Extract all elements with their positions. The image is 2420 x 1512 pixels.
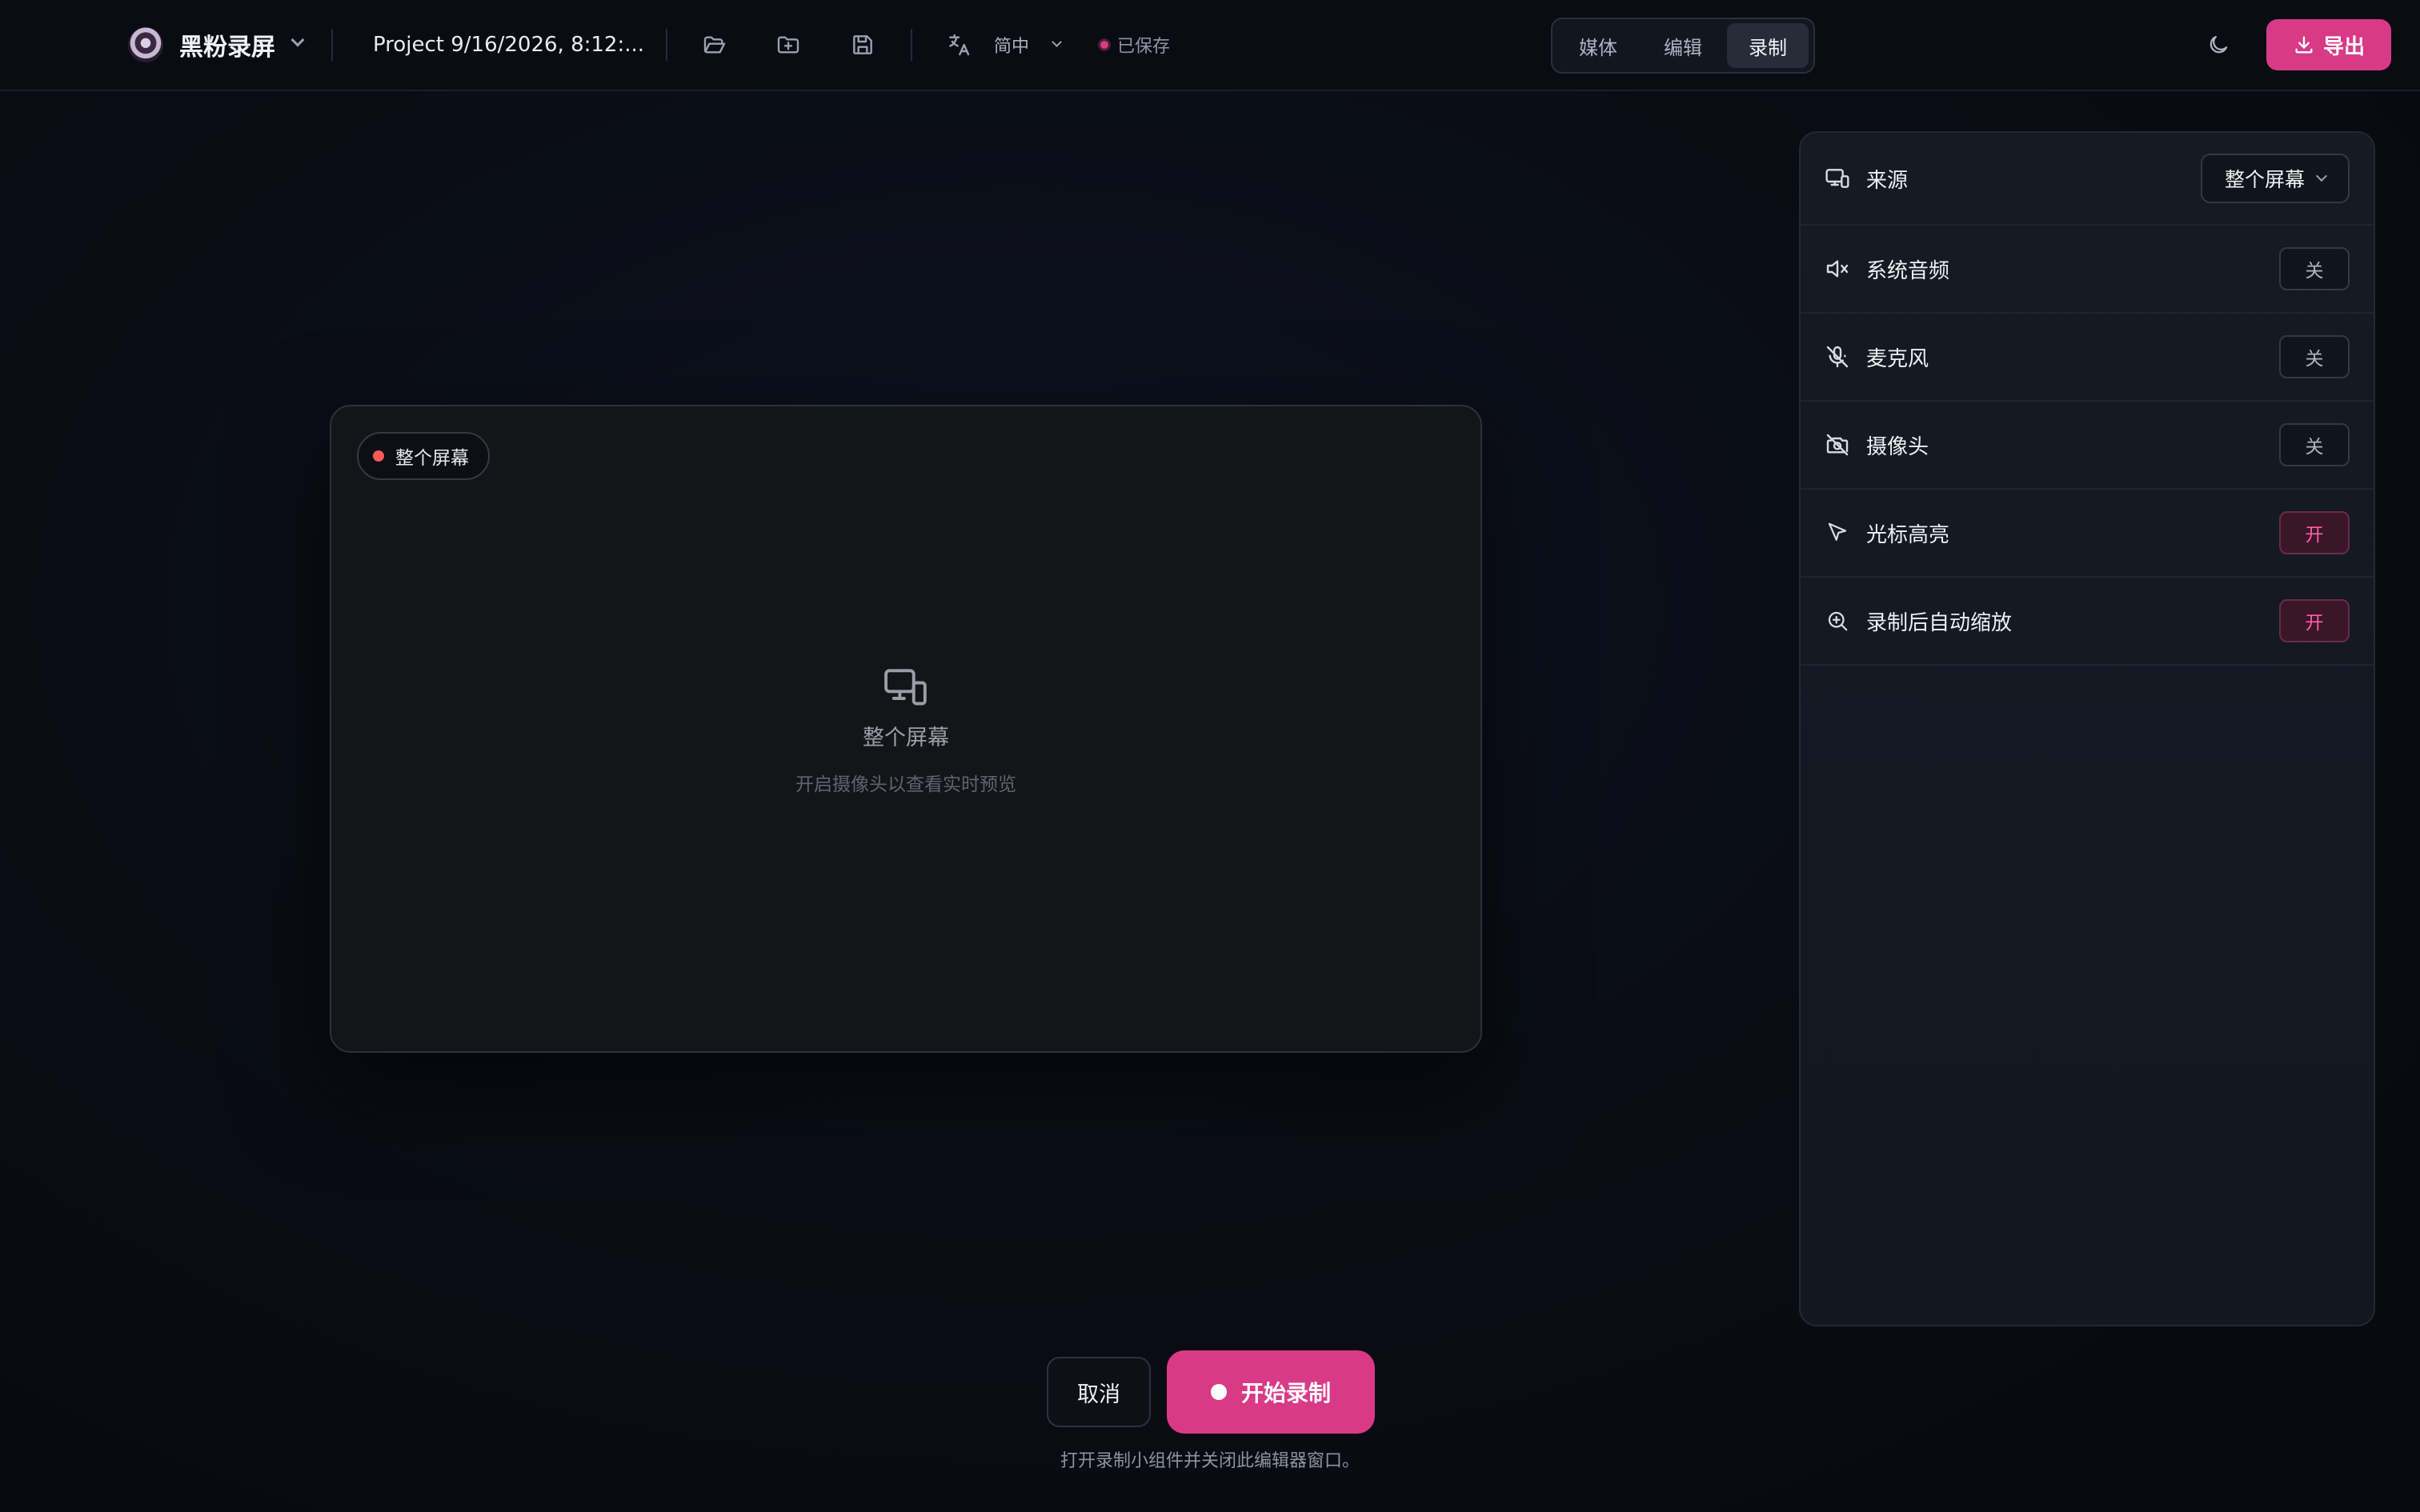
setting-row-camera: 摄像头 关 bbox=[1801, 402, 2374, 490]
new-folder-icon[interactable] bbox=[771, 27, 806, 62]
export-label: 导出 bbox=[2322, 34, 2365, 59]
recording-dot-icon bbox=[373, 450, 384, 462]
source-badge: 整个屏幕 bbox=[357, 432, 490, 480]
start-recording-label: 开始录制 bbox=[1240, 1380, 1331, 1406]
export-button[interactable]: 导出 bbox=[2266, 19, 2391, 70]
microphone-toggle[interactable]: 关 bbox=[2279, 335, 2350, 378]
mode-switcher: 媒体 编辑 录制 bbox=[1551, 18, 1815, 74]
download-icon bbox=[2295, 36, 2313, 54]
cursor-highlight-toggle[interactable]: 开 bbox=[2279, 511, 2350, 554]
logo-icon[interactable] bbox=[128, 27, 163, 62]
chevron-down-icon bbox=[2315, 170, 2328, 182]
app-window: 黑粉录屏 Project 9/16/2026, 8:12:... 简中 已保存 … bbox=[0, 0, 2420, 1512]
system-audio-toggle[interactable]: 关 bbox=[2279, 247, 2350, 290]
preview-title: 整个屏幕 bbox=[863, 726, 949, 750]
cursor-pointer-icon bbox=[1825, 520, 1850, 546]
tab-edit[interactable]: 编辑 bbox=[1642, 23, 1724, 68]
chevron-down-icon[interactable] bbox=[1052, 37, 1062, 47]
divider bbox=[666, 29, 667, 61]
tab-media[interactable]: 媒体 bbox=[1557, 23, 1639, 68]
camera-toggle[interactable]: 关 bbox=[2279, 423, 2350, 466]
save-status-label: 已保存 bbox=[1117, 37, 1171, 57]
preview-placeholder: 整个屏幕 开启摄像头以查看实时预览 bbox=[331, 667, 1480, 796]
auto-zoom-label: 录制后自动缩放 bbox=[1866, 610, 2013, 635]
language-selector[interactable]: 简中 bbox=[994, 29, 1029, 61]
chevron-down-icon[interactable] bbox=[290, 33, 305, 47]
camera-off-icon bbox=[1825, 432, 1850, 458]
recording-preview: 整个屏幕 整个屏幕 开启摄像头以查看实时预览 bbox=[330, 405, 1482, 1053]
project-name[interactable]: Project 9/16/2026, 8:12:... bbox=[373, 24, 644, 66]
setting-row-microphone: 麦克风 关 bbox=[1801, 314, 2374, 402]
status-dot-icon bbox=[1098, 38, 1111, 51]
setting-row-system-audio: 系统音频 关 bbox=[1801, 226, 2374, 314]
translate-icon[interactable] bbox=[941, 27, 976, 62]
recording-hint: 打开录制小组件并关闭此编辑器窗口。 bbox=[1060, 1451, 1360, 1471]
source-select[interactable]: 整个屏幕 bbox=[2200, 154, 2350, 203]
source-select-value: 整个屏幕 bbox=[2224, 168, 2305, 191]
save-status: 已保存 bbox=[1098, 29, 1170, 61]
microphone-label: 麦克风 bbox=[1866, 346, 1929, 371]
zoom-in-icon bbox=[1825, 608, 1850, 634]
source-badge-label: 整个屏幕 bbox=[395, 448, 469, 469]
camera-label: 摄像头 bbox=[1866, 434, 1929, 459]
monitor-devices-icon bbox=[884, 669, 927, 706]
setting-row-source: 来源 整个屏幕 bbox=[1801, 133, 2374, 226]
setting-row-auto-zoom: 录制后自动缩放 开 bbox=[1801, 578, 2374, 666]
speaker-muted-icon bbox=[1825, 256, 1850, 282]
record-dot-icon bbox=[1210, 1384, 1227, 1400]
preview-subtitle: 开启摄像头以查看实时预览 bbox=[795, 774, 1016, 795]
screen-source-icon bbox=[1825, 166, 1850, 191]
setting-row-cursor-highlight: 光标高亮 开 bbox=[1801, 490, 2374, 578]
start-recording-button[interactable]: 开始录制 bbox=[1167, 1350, 1375, 1434]
divider bbox=[331, 29, 333, 61]
cursor-highlight-label: 光标高亮 bbox=[1866, 522, 1950, 547]
open-folder-icon[interactable] bbox=[697, 27, 732, 62]
recording-settings-panel: 来源 整个屏幕 系统音频 关 麦克风 关 摄像头 关 光标高亮 开 录制后自动缩… bbox=[1799, 131, 2375, 1326]
top-bar: 黑粉录屏 Project 9/16/2026, 8:12:... 简中 已保存 … bbox=[0, 0, 2420, 91]
moon-icon[interactable] bbox=[2201, 27, 2236, 62]
auto-zoom-toggle[interactable]: 开 bbox=[2279, 599, 2350, 642]
cancel-button[interactable]: 取消 bbox=[1047, 1357, 1151, 1427]
system-audio-label: 系统音频 bbox=[1866, 258, 1950, 283]
save-icon[interactable] bbox=[845, 27, 880, 62]
source-label: 来源 bbox=[1866, 168, 1909, 193]
microphone-off-icon bbox=[1825, 344, 1850, 370]
tab-record[interactable]: 录制 bbox=[1727, 23, 1809, 68]
app-name[interactable]: 黑粉录屏 bbox=[179, 24, 275, 66]
divider bbox=[911, 29, 912, 61]
